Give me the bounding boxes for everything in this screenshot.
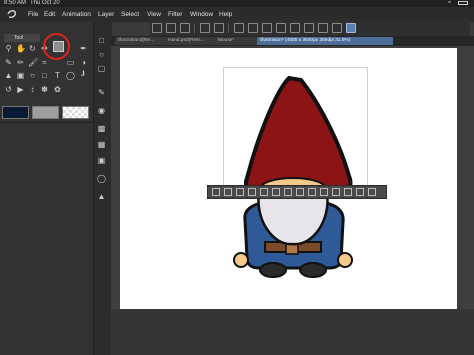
hand-tool-icon[interactable]: ✋ [16, 44, 26, 53]
eyedropper-tool-icon[interactable]: ✒ [79, 44, 88, 53]
sub-tool-7-icon[interactable]: ▦ [97, 140, 106, 149]
panel-divider [0, 122, 93, 123]
menu-layer[interactable]: Layer [98, 11, 114, 18]
launcher-clear-outside-icon[interactable] [224, 188, 232, 196]
launcher-more-icon[interactable] [368, 188, 376, 196]
fill-tool-icon[interactable]: ▲ [4, 71, 13, 80]
launcher-copy-icon[interactable] [248, 188, 256, 196]
main-color-swatch[interactable] [2, 106, 29, 119]
menu-edit[interactable]: Edit [44, 11, 55, 18]
gnome-hat [244, 75, 353, 195]
doc-tab-2[interactable]: Hand.psd(Resi... [165, 37, 215, 45]
layer-move-tool-icon[interactable]: ↕ [28, 85, 37, 94]
doc-tab-3[interactable]: Mouse* [215, 37, 257, 45]
launcher-shrink-icon[interactable] [320, 188, 328, 196]
sub-tool-1-icon[interactable]: □ [97, 36, 106, 45]
launcher-convert-icon[interactable] [332, 188, 340, 196]
gnome-right-hand [337, 252, 353, 268]
doc-tab-active[interactable]: Illustration* (4500 x 3500px 300dpi 31.9… [257, 37, 393, 45]
balloon-tool-icon[interactable]: ◯ [66, 71, 75, 80]
doc-tab-1[interactable]: Illustration3[Re... [115, 37, 165, 45]
status-time: 8:50 AM [4, 0, 27, 6]
launcher-new-layer-icon[interactable] [296, 188, 304, 196]
wifi-icon: ≈ [448, 0, 452, 6]
workspace-bottom [111, 309, 474, 355]
show-selection-icon[interactable] [304, 23, 314, 33]
command-bar [150, 20, 470, 36]
undo-icon[interactable] [200, 23, 210, 33]
menu-window[interactable]: Window [190, 11, 213, 18]
operation-tool-icon[interactable]: ▶ [16, 85, 25, 94]
text-tool-icon[interactable]: T [53, 71, 62, 80]
menu-filter[interactable]: Filter [168, 11, 182, 18]
menu-animation[interactable]: Animation [62, 11, 91, 18]
decoration-tool-icon[interactable]: ✽ [40, 85, 49, 94]
new-icon[interactable] [152, 23, 162, 33]
menu-help[interactable]: Help [219, 11, 232, 18]
blend-tool-icon[interactable]: ◑ [79, 58, 88, 67]
menu-select[interactable]: Select [121, 11, 139, 18]
sub-tool-10-icon[interactable]: ▲ [97, 192, 106, 201]
menu-file[interactable]: File [28, 11, 38, 18]
lasso-tool-icon[interactable]: ✿ [53, 85, 62, 94]
sub-tool-2-icon[interactable]: ○ [97, 50, 106, 59]
ruler-tool-icon[interactable]: ┚ [79, 71, 88, 80]
airbrush-tool-icon[interactable]: ≈ [40, 58, 49, 67]
document-tabs: Illustration3[Re... Hand.psd(Resi... Mou… [111, 36, 474, 46]
status-bar: 8:50 AM Thu Oct 20 ≈ [0, 0, 474, 7]
correct-line-tool-icon[interactable]: ↺ [4, 85, 13, 94]
gradient-tool-icon[interactable]: ▣ [16, 71, 25, 80]
frame-tool-icon[interactable]: □ [40, 71, 49, 80]
pen-tool-icon[interactable]: ✎ [4, 58, 13, 67]
menu-view[interactable]: View [147, 11, 161, 18]
sub-tool-8-icon[interactable]: ▣ [97, 156, 106, 165]
brush-tool-icon[interactable]: 🖌 [28, 58, 38, 67]
launcher-mask-icon[interactable] [344, 188, 352, 196]
gnome-left-boot [259, 262, 287, 278]
save-icon[interactable] [180, 23, 190, 33]
snap-grid-icon[interactable] [332, 23, 342, 33]
redo-icon[interactable] [214, 23, 224, 33]
snap-special-ruler-icon[interactable] [346, 23, 356, 33]
tool-tab-label: Tool [14, 35, 24, 41]
launcher-settings-icon[interactable] [356, 188, 364, 196]
gnome-artwork[interactable] [225, 70, 360, 280]
deselect-icon[interactable] [262, 23, 272, 33]
launcher-clear-icon[interactable] [212, 188, 220, 196]
sub-tool-3-icon[interactable]: ▢ [97, 64, 106, 73]
battery-icon [458, 1, 468, 5]
open-icon[interactable] [166, 23, 176, 33]
highlight-circle [43, 33, 70, 60]
selection-launcher-bar [207, 185, 387, 199]
sub-tool-9-icon[interactable]: ◯ [97, 174, 106, 183]
transparent-color-swatch[interactable] [62, 106, 89, 119]
tool-panel-tab[interactable]: Tool [4, 34, 40, 42]
gnome-right-boot [299, 262, 327, 278]
sub-tool-5-icon[interactable]: ◉ [97, 106, 106, 115]
gnome-left-hand [233, 252, 249, 268]
launcher-scale-icon[interactable] [272, 188, 280, 196]
rotate-tool-icon[interactable]: ↻ [28, 44, 37, 53]
snap-ruler-icon[interactable] [318, 23, 328, 33]
transform-icon[interactable] [248, 23, 258, 33]
clear-icon[interactable] [234, 23, 244, 33]
launcher-crop-icon[interactable] [236, 188, 244, 196]
figure-tool-icon[interactable]: ○ [28, 71, 37, 80]
launcher-paste-icon[interactable] [260, 188, 268, 196]
sub-tool-6-icon[interactable]: ▩ [97, 124, 106, 133]
app-logo-icon[interactable] [7, 9, 17, 19]
eraser-tool-icon[interactable]: ▭ [66, 58, 75, 67]
zoom-tool-icon[interactable]: ⚲ [4, 44, 13, 53]
pencil-tool-icon[interactable]: ✏ [16, 58, 25, 67]
launcher-expand-icon[interactable] [308, 188, 316, 196]
sub-tool-4-icon[interactable]: ✎ [97, 88, 106, 97]
sub-color-swatch[interactable] [32, 106, 59, 119]
invert-selection-icon[interactable] [290, 23, 300, 33]
status-date: Thu Oct 20 [30, 0, 60, 6]
launcher-fill-icon[interactable] [284, 188, 292, 196]
select-all-icon[interactable] [276, 23, 286, 33]
